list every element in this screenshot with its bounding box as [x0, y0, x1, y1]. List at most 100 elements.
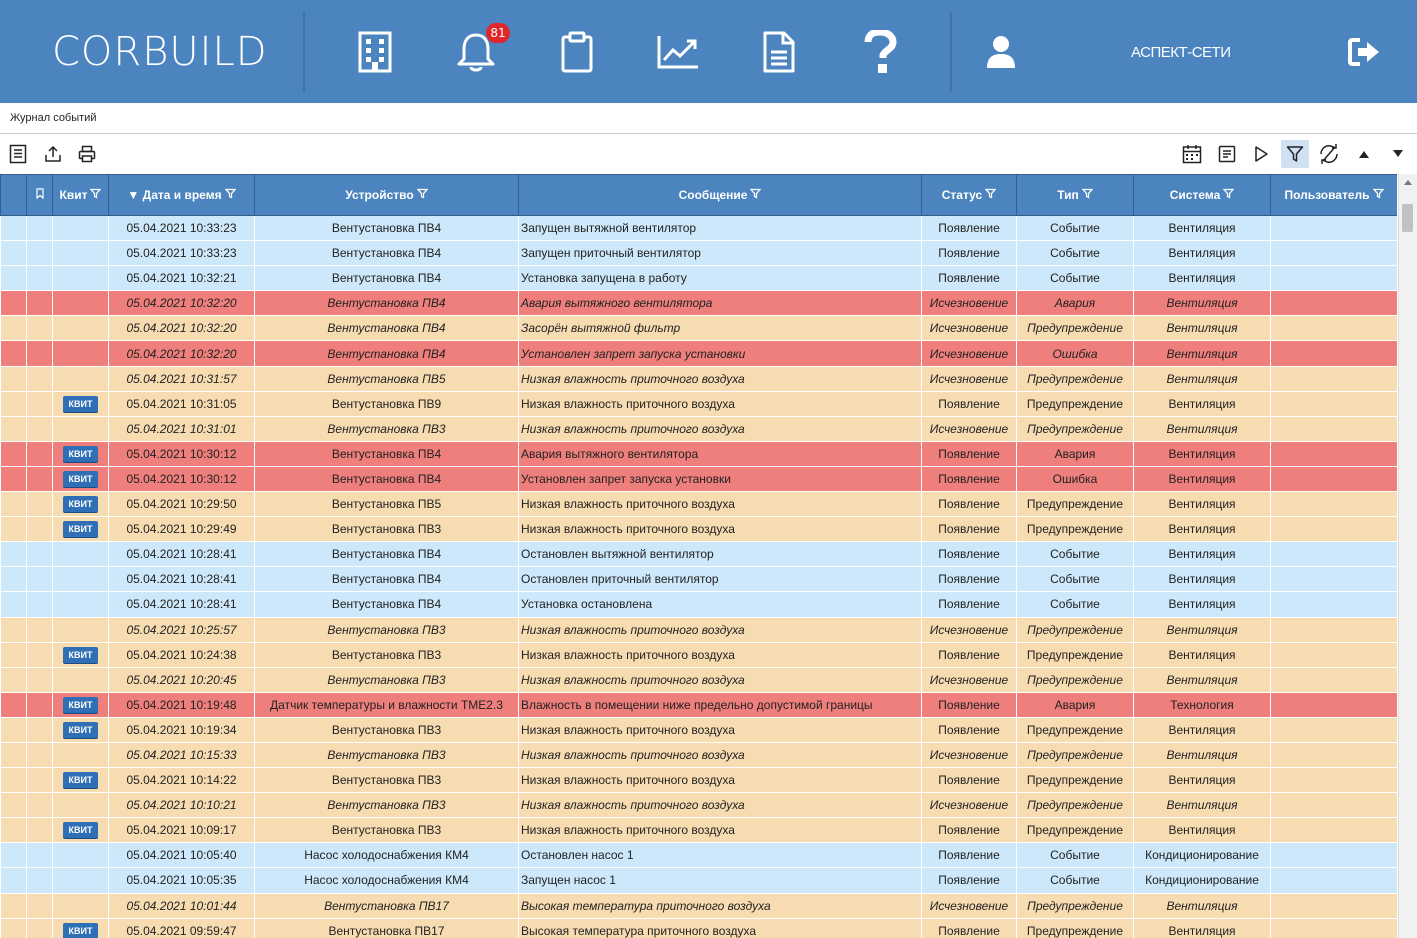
- table-row[interactable]: КВИТ 05.04.2021 10:14:22 Вентустановка ПВ3…: [0, 767, 1397, 794]
- system-column-header[interactable]: Система: [1133, 174, 1271, 216]
- kvit-cell: [52, 617, 109, 643]
- flag-cell: [26, 541, 53, 568]
- device-column-header[interactable]: Устройство: [254, 174, 519, 216]
- datetime-cell: 05.04.2021 10:33:23: [108, 215, 255, 242]
- table-row[interactable]: 05.04.2021 10:25:57 Вентустановка ПВ3 Низк…: [0, 617, 1397, 643]
- table-row[interactable]: КВИТ 05.04.2021 10:29:49 Вентустановка ПВ3…: [0, 516, 1397, 543]
- datetime-cell: 05.04.2021 10:29:49: [108, 516, 255, 543]
- acknowledge-button[interactable]: КВИТ: [62, 822, 99, 839]
- system-cell: Вентиляция: [1133, 742, 1271, 769]
- table-row[interactable]: 05.04.2021 10:31:57 Вентустановка ПВ5 Низк…: [0, 366, 1397, 392]
- row-indicator-cell: [0, 617, 27, 643]
- message-cell: Низкая влажность приточного воздуха: [518, 617, 922, 643]
- export-icon[interactable]: [41, 142, 65, 166]
- filter-icon[interactable]: [984, 188, 997, 202]
- acknowledge-button[interactable]: КВИТ: [62, 470, 99, 487]
- table-row[interactable]: КВИТ 05.04.2021 10:19:34 Вентустановка ПВ3…: [0, 717, 1397, 743]
- table-row[interactable]: 05.04.2021 10:15:33 Вентустановка ПВ3 Низк…: [0, 742, 1397, 769]
- refresh-icon[interactable]: [1317, 142, 1341, 166]
- filter-icon[interactable]: [224, 188, 237, 202]
- table-row[interactable]: КВИТ 05.04.2021 10:24:38 Вентустановка ПВ3…: [0, 642, 1397, 668]
- kvit-cell: [52, 792, 109, 819]
- table-row[interactable]: 05.04.2021 10:20:45 Вентустановка ПВ3 Низк…: [0, 667, 1397, 693]
- user-cell: [1270, 265, 1397, 292]
- flag-column-header[interactable]: [26, 174, 53, 216]
- vertical-scrollbar[interactable]: [1398, 174, 1417, 938]
- scroll-up-icon[interactable]: [1352, 142, 1376, 166]
- acknowledge-button[interactable]: КВИТ: [62, 496, 99, 513]
- sort-desc-icon[interactable]: ▼: [127, 188, 139, 202]
- calendar-icon[interactable]: [1180, 142, 1204, 166]
- table-row[interactable]: КВИТ 05.04.2021 10:09:17 Вентустановка ПВ3…: [0, 817, 1397, 844]
- scrollbar-up-arrow[interactable]: [1404, 180, 1412, 185]
- table-row[interactable]: 05.04.2021 10:28:41 Вентустановка ПВ4 Оста…: [0, 541, 1397, 568]
- acknowledge-button[interactable]: КВИТ: [62, 395, 99, 412]
- help-icon[interactable]: [855, 26, 905, 78]
- filter-icon[interactable]: [749, 188, 762, 202]
- table-row[interactable]: 05.04.2021 10:28:41 Вентустановка ПВ4 Оста…: [0, 566, 1397, 593]
- scrollbar-thumb[interactable]: [1402, 204, 1413, 232]
- filter-toggle-icon[interactable]: [1281, 140, 1309, 168]
- acknowledge-button[interactable]: КВИТ: [62, 445, 99, 462]
- datetime-column-header[interactable]: ▼ Дата и время: [108, 174, 255, 216]
- column-chooser-icon[interactable]: [6, 142, 30, 166]
- chart-icon[interactable]: [653, 26, 703, 78]
- status-column-header[interactable]: Статус: [921, 174, 1017, 216]
- acknowledge-button[interactable]: КВИТ: [62, 922, 99, 938]
- acknowledge-button[interactable]: КВИТ: [62, 696, 99, 713]
- logout-icon[interactable]: [1340, 26, 1390, 78]
- building-icon[interactable]: [350, 26, 400, 78]
- message-column-header[interactable]: Сообщение: [518, 174, 922, 216]
- acknowledge-button[interactable]: КВИТ: [62, 521, 99, 538]
- filter-icon[interactable]: [1372, 188, 1384, 202]
- datetime-cell: 05.04.2021 10:25:57: [108, 617, 255, 643]
- table-row[interactable]: 05.04.2021 10:32:20 Вентустановка ПВ4 Авар…: [0, 290, 1397, 317]
- flag-cell: [26, 717, 53, 743]
- flag-cell: [26, 692, 53, 718]
- table-row[interactable]: 05.04.2021 10:05:40 Насос холодоснабжения…: [0, 842, 1397, 869]
- table-row[interactable]: 05.04.2021 10:32:21 Вентустановка ПВ4 Уста…: [0, 265, 1397, 292]
- acknowledge-button[interactable]: КВИТ: [62, 721, 99, 738]
- table-row[interactable]: КВИТ 05.04.2021 10:19:48 Датчик температур…: [0, 692, 1397, 718]
- scroll-down-icon[interactable]: [1386, 142, 1410, 166]
- table-row[interactable]: 05.04.2021 10:31:01 Вентустановка ПВ3 Низк…: [0, 416, 1397, 442]
- kvit-cell: [52, 416, 109, 442]
- table-row[interactable]: КВИТ 05.04.2021 10:30:12 Вентустановка ПВ4…: [0, 466, 1397, 493]
- table-row[interactable]: 05.04.2021 10:01:44 Вентустановка ПВ17 Выс…: [0, 893, 1397, 919]
- table-row[interactable]: 05.04.2021 10:32:20 Вентустановка ПВ4 Засо…: [0, 315, 1397, 342]
- table-row[interactable]: 05.04.2021 10:28:41 Вентустановка ПВ4 Уста…: [0, 591, 1397, 618]
- user-column-header[interactable]: Пользователь: [1270, 174, 1397, 216]
- print-icon[interactable]: [75, 142, 99, 166]
- table-row[interactable]: КВИТ 05.04.2021 09:59:47 Вентустановка ПВ1…: [0, 918, 1397, 938]
- table-row[interactable]: КВИТ 05.04.2021 10:30:12 Вентустановка ПВ4…: [0, 441, 1397, 467]
- device-cell: Вентустановка ПВ4: [254, 340, 519, 367]
- organization-name[interactable]: АСПЕКТ-СЕТИ: [1131, 44, 1231, 61]
- system-cell: Вентиляция: [1133, 391, 1271, 417]
- clipboard-icon[interactable]: [552, 26, 602, 78]
- app-logo[interactable]: CORBUILD: [52, 30, 268, 74]
- row-indicator-header: [0, 174, 27, 216]
- table-row[interactable]: 05.04.2021 10:33:23 Вентустановка ПВ4 Запу…: [0, 215, 1397, 242]
- filter-icon[interactable]: [1081, 188, 1094, 202]
- type-column-header[interactable]: Тип: [1016, 174, 1134, 216]
- user-cell: [1270, 391, 1397, 417]
- acknowledge-button[interactable]: КВИТ: [62, 646, 99, 663]
- table-row[interactable]: КВИТ 05.04.2021 10:29:50 Вентустановка ПВ5…: [0, 491, 1397, 518]
- kvit-column-header[interactable]: Квит: [52, 174, 109, 216]
- play-icon[interactable]: [1249, 142, 1273, 166]
- table-row[interactable]: 05.04.2021 10:33:23 Вентустановка ПВ4 Запу…: [0, 240, 1397, 267]
- filter-icon[interactable]: [90, 188, 102, 202]
- report-icon[interactable]: [1215, 142, 1239, 166]
- document-icon[interactable]: [754, 26, 804, 78]
- row-indicator-cell: [0, 893, 27, 919]
- table-row[interactable]: 05.04.2021 10:10:21 Вентустановка ПВ3 Низк…: [0, 792, 1397, 819]
- table-row[interactable]: 05.04.2021 10:05:35 Насос холодоснабжения…: [0, 867, 1397, 894]
- filter-icon[interactable]: [416, 188, 429, 202]
- filter-icon[interactable]: [1222, 188, 1235, 202]
- user-icon[interactable]: [976, 26, 1026, 78]
- acknowledge-button[interactable]: КВИТ: [62, 772, 99, 789]
- message-cell: Остановлен приточный вентилятор: [518, 566, 922, 593]
- datetime-cell: 05.04.2021 10:30:12: [108, 466, 255, 493]
- table-row[interactable]: КВИТ 05.04.2021 10:31:05 Вентустановка ПВ9…: [0, 391, 1397, 417]
- table-row[interactable]: 05.04.2021 10:32:20 Вентустановка ПВ4 Уста…: [0, 340, 1397, 367]
